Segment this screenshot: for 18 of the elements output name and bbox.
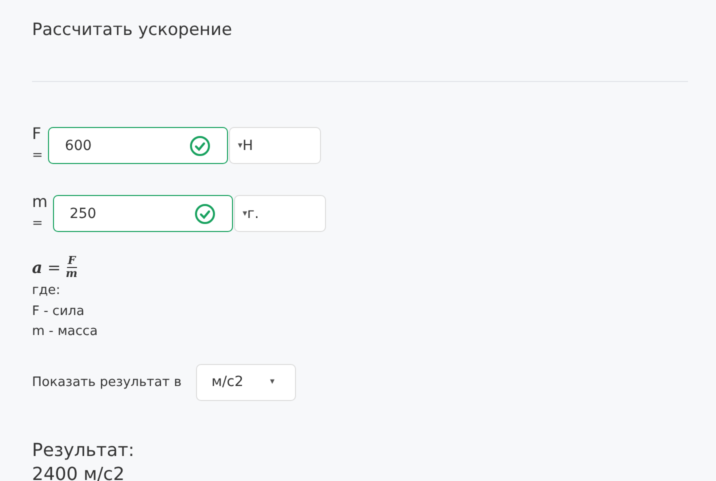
number-input[interactable]: 250 xyxy=(52,195,233,232)
variable-label: F xyxy=(32,123,42,145)
unit-dropdown[interactable]: ▾г. xyxy=(234,195,326,232)
equals-sign: = xyxy=(32,147,43,165)
legend-text: F - сила xyxy=(32,302,86,320)
result-value: 2400 м/с2 xyxy=(32,462,126,481)
result-label: Результат: xyxy=(32,438,136,462)
unit-dropdown[interactable]: ▾Н xyxy=(228,127,321,164)
variable-label: m xyxy=(32,191,48,213)
check-icon xyxy=(188,134,211,156)
number-input[interactable]: 600 xyxy=(48,127,228,164)
legend-text: где: xyxy=(32,282,62,300)
legend-text: m - масса xyxy=(32,323,99,341)
result-unit-label: Показать результат в xyxy=(32,374,182,390)
unit-select[interactable]: м/с2 ▾ xyxy=(196,364,296,400)
equals-sign: = xyxy=(32,215,44,233)
page-title: Рассчитать ускорение xyxy=(32,19,234,42)
check-icon xyxy=(194,202,216,224)
